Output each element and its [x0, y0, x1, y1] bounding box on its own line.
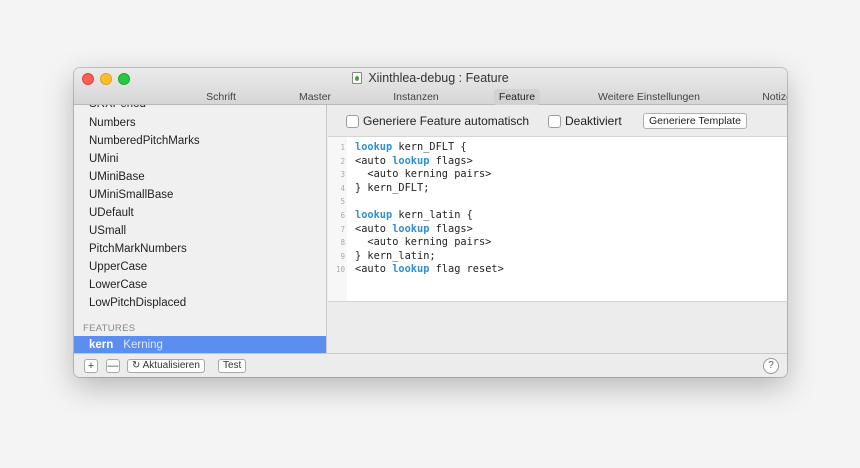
code-token: kern_DFLT {	[392, 141, 467, 153]
disabled-checkbox-row[interactable]: Deaktiviert	[548, 113, 622, 129]
code-line: <auto kerning pairs>	[355, 168, 491, 182]
code-token: <auto kerning pairs>	[355, 168, 492, 181]
remove-button[interactable]: —	[106, 359, 120, 373]
code-token: flag reset>	[429, 263, 504, 276]
refresh-label: Aktualisieren	[142, 360, 200, 371]
code-line: <auto lookup flag reset>	[355, 263, 504, 277]
line-number: 9	[340, 251, 345, 261]
generate-template-button[interactable]: Generiere Template	[643, 113, 748, 129]
code-line: <auto lookup flags>	[355, 155, 473, 169]
bottom-bar: + — ↻ Aktualisieren Test ?	[74, 353, 787, 377]
code-token: <auto	[355, 263, 393, 276]
keyword-token: lookup	[392, 263, 430, 276]
code-token: } kern_latin;	[355, 249, 436, 262]
sidebar-item[interactable]: LowPitchDisplaced	[89, 294, 186, 312]
code-line: lookup kern_DFLT {	[355, 141, 467, 155]
keyword-token: lookup	[355, 141, 393, 153]
code-token: } kern_DFLT;	[355, 181, 430, 194]
sidebar-item[interactable]: NumberedPitchMarks	[89, 132, 200, 150]
refresh-button[interactable]: ↻ Aktualisieren	[127, 359, 205, 373]
code-line: } kern_DFLT;	[355, 182, 429, 196]
code-token: <auto	[355, 154, 393, 167]
code-token: kern_latin {	[392, 209, 473, 221]
feature-tag: kern	[89, 339, 114, 351]
title-bar: Xiinthlea-debug : Feature Schrift Master…	[74, 68, 787, 105]
document-icon	[352, 72, 363, 84]
add-button[interactable]: +	[84, 359, 98, 373]
window-title: Xiinthlea-debug : Feature	[74, 71, 787, 85]
keyword-token: lookup	[355, 209, 393, 221]
code-editor[interactable]: 1 2 3 4 5 6 7 8 9 10 lookup kern_DFLT {<…	[328, 136, 787, 302]
help-button[interactable]: ?	[763, 358, 779, 374]
sidebar-item-kern[interactable]: kern Kerning	[74, 336, 326, 353]
test-button[interactable]: Test	[218, 359, 247, 373]
sidebar-item[interactable]: PitchMarkNumbers	[89, 240, 187, 258]
sidebar[interactable]: SRXPeriod Numbers NumberedPitchMarks UMi…	[74, 105, 327, 353]
tab-feature[interactable]: Feature	[493, 89, 541, 105]
sidebar-item[interactable]: Numbers	[89, 114, 136, 132]
tab-weitere-einstellungen[interactable]: Weitere Einstellungen	[593, 89, 705, 105]
line-number: 2	[340, 156, 345, 166]
feature-name: Kerning	[123, 339, 163, 351]
sidebar-item[interactable]: UDefault	[89, 204, 134, 222]
code-token: flags>	[429, 222, 473, 235]
disabled-label: Deaktiviert	[565, 114, 622, 128]
code-token: <auto kerning pairs>	[355, 236, 492, 249]
code-line: } kern_latin;	[355, 250, 436, 264]
auto-generate-label: Generiere Feature automatisch	[363, 114, 530, 128]
line-number-gutter: 1 2 3 4 5 6 7 8 9 10	[328, 137, 347, 301]
code-line: <auto kerning pairs>	[355, 236, 491, 250]
keyword-token: lookup	[392, 222, 430, 235]
line-number: 6	[340, 211, 345, 220]
code-line: <auto lookup flags>	[355, 223, 473, 237]
code-token: <auto	[355, 222, 393, 235]
auto-generate-checkbox-row[interactable]: Generiere Feature automatisch	[346, 113, 529, 129]
sidebar-item[interactable]: UMiniBase	[89, 168, 145, 186]
line-number: 4	[340, 183, 345, 193]
line-number: 3	[340, 170, 345, 180]
code-token: flags>	[429, 154, 473, 167]
line-number: 1	[340, 143, 345, 152]
sidebar-item[interactable]: UpperCase	[89, 258, 147, 276]
sidebar-item[interactable]: LowerCase	[89, 276, 147, 294]
sidebar-item[interactable]: UMiniSmallBase	[89, 186, 173, 204]
line-number: 10	[335, 265, 345, 275]
feature-content: Generiere Feature automatisch Deaktivier…	[328, 105, 787, 353]
line-number: 7	[340, 224, 345, 234]
disabled-checkbox[interactable]	[548, 114, 561, 128]
tab-schrift[interactable]: Schrift	[201, 89, 241, 105]
feature-window: Xiinthlea-debug : Feature Schrift Master…	[74, 68, 787, 377]
sidebar-item[interactable]: USmall	[89, 222, 126, 240]
tab-notizen[interactable]: Notizen	[757, 89, 787, 105]
refresh-icon: ↻	[132, 360, 141, 371]
sidebar-item[interactable]: SRXPeriod	[89, 105, 146, 113]
auto-generate-checkbox[interactable]	[346, 114, 359, 128]
keyword-token: lookup	[392, 154, 430, 167]
line-number: 5	[340, 197, 345, 207]
code-line: lookup kern_latin {	[355, 209, 473, 223]
features-section-header: FEATURES	[83, 323, 136, 334]
tab-master[interactable]: Master	[294, 89, 336, 105]
line-number: 8	[340, 238, 345, 248]
tab-instanzen[interactable]: Instanzen	[388, 89, 444, 105]
window-title-text: Xiinthlea-debug : Feature	[368, 71, 509, 85]
sidebar-item[interactable]: UMini	[89, 150, 118, 168]
